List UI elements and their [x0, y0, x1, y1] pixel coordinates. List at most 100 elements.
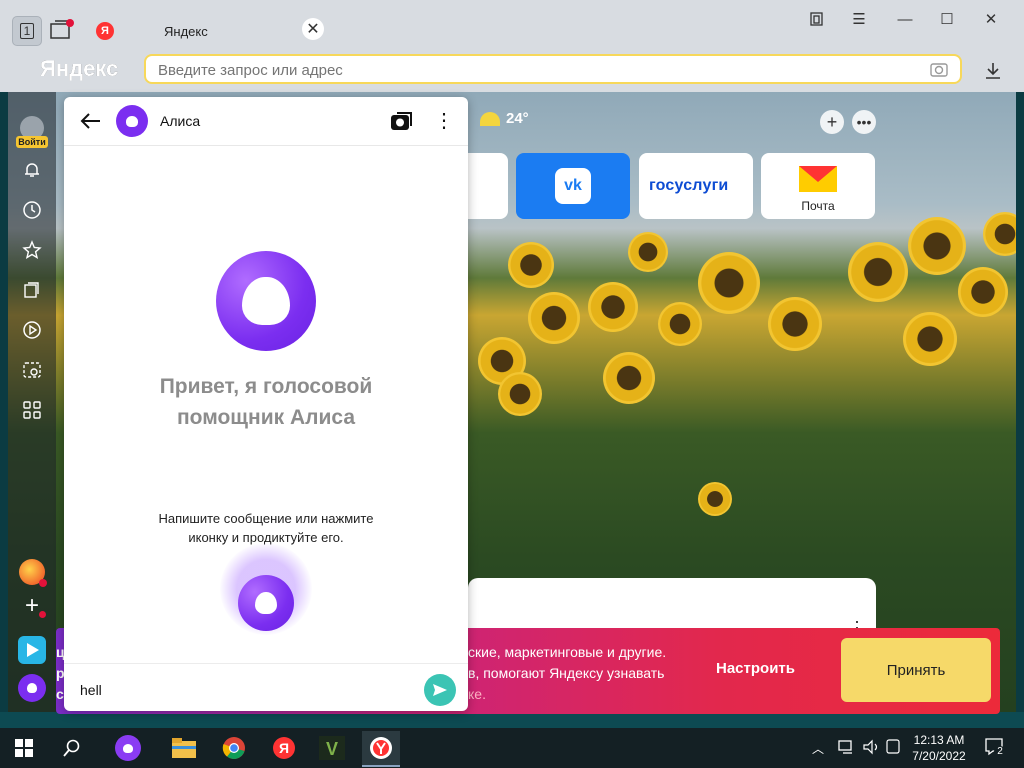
start-button[interactable]: [10, 734, 38, 762]
send-button[interactable]: [424, 674, 456, 706]
more-dots-icon: •••: [856, 114, 872, 130]
collections-icon: [24, 282, 39, 298]
download-icon: [986, 63, 1000, 79]
home-tab-button[interactable]: 1: [12, 16, 42, 46]
tile-vk[interactable]: vk: [516, 153, 630, 219]
tray-chevron-icon[interactable]: ︿: [812, 740, 824, 757]
downloads-button[interactable]: [982, 60, 1004, 82]
minimize-button[interactable]: —: [888, 8, 922, 30]
media-button[interactable]: [20, 318, 44, 342]
network-icon[interactable]: [838, 739, 856, 760]
more-options-button[interactable]: •••: [852, 110, 876, 134]
address-input[interactable]: [156, 59, 920, 81]
address-bar[interactable]: [144, 54, 962, 84]
taskbar-chrome[interactable]: [220, 734, 248, 762]
vk-logo-icon: vk: [555, 168, 591, 204]
add-icon: +: [24, 592, 39, 619]
login-button[interactable]: Войти: [16, 116, 48, 150]
yandex-services-button[interactable]: [18, 558, 47, 587]
mail-envelope-icon: [799, 166, 837, 192]
add-sidebar-button[interactable]: +: [20, 592, 46, 619]
camera-icon: [391, 112, 412, 130]
minimize-icon: —: [897, 10, 913, 28]
taskbar-gta[interactable]: V: [318, 734, 346, 762]
window-close-button[interactable]: ✕: [974, 8, 1008, 30]
weather-temp: 24°: [506, 110, 529, 127]
tile-partial[interactable]: [468, 153, 508, 219]
bookmarks-sidebar-button[interactable]: [20, 238, 44, 262]
cookie-text-line: ские, маркетинговые и другие.: [468, 644, 667, 660]
greeting-line: Привет, я голосовой: [159, 375, 373, 398]
bookmarks-button[interactable]: [800, 8, 834, 30]
alice-title: Алиса: [160, 113, 201, 129]
apps-grid-icon: [23, 401, 41, 419]
hint-line: Напишите сообщение или нажмите: [158, 511, 374, 526]
taskbar-explorer[interactable]: [170, 734, 198, 762]
new-tab-group-button[interactable]: [46, 16, 76, 46]
alice-button[interactable]: [18, 674, 46, 702]
greeting-line: помощник Алиса: [176, 406, 355, 429]
back-arrow-icon: [80, 113, 100, 129]
camera-search-button[interactable]: [389, 109, 415, 133]
add-widget-button[interactable]: +: [820, 110, 844, 134]
weather-widget[interactable]: 24°: [480, 110, 529, 127]
alice-icon: [115, 735, 141, 761]
tile-gosuslugi[interactable]: госуслуги: [639, 153, 753, 219]
svg-text:Я: Я: [279, 740, 289, 756]
taskbar-yandex-browser-alt[interactable]: Я: [270, 734, 298, 762]
tab-title: Яндекс: [164, 24, 208, 39]
taskbar-alice[interactable]: [114, 734, 142, 762]
gta-icon: V: [319, 736, 345, 760]
tile-mail[interactable]: Почта: [761, 153, 875, 219]
notifications-button[interactable]: [20, 158, 44, 182]
play-icon: [23, 321, 41, 339]
hamburger-icon: ☰: [852, 11, 866, 28]
chrome-icon: [222, 737, 245, 759]
plus-icon: +: [826, 111, 838, 132]
alice-panel: Алиса ⋮ Привет, я голосовой помощник Али…: [64, 97, 468, 711]
home-icon: 1: [19, 23, 35, 39]
volume-icon[interactable]: [862, 739, 880, 760]
alice-menu-button[interactable]: ⋮: [434, 109, 454, 133]
yandex-browser-icon: [370, 737, 392, 759]
windows-icon: [15, 739, 33, 757]
bookmark-icon: [810, 12, 823, 26]
yandex-play-button[interactable]: [18, 636, 46, 664]
maximize-button[interactable]: ☐: [930, 8, 964, 30]
collections-button[interactable]: [20, 278, 44, 302]
history-button[interactable]: [20, 198, 44, 222]
screenshot-icon: [23, 362, 41, 378]
star-icon: [22, 240, 42, 259]
taskbar-yandex-browser[interactable]: [362, 731, 400, 767]
tab-close-button[interactable]: ✕: [302, 18, 324, 40]
language-icon[interactable]: [886, 739, 900, 760]
cookie-text-line: в, помогают Яндексу узнавать: [468, 665, 665, 681]
alice-hint: Напишите сообщение или нажмите иконку и …: [124, 509, 408, 547]
accept-button[interactable]: Принять: [841, 638, 991, 702]
yandex-logo[interactable]: Яндекс: [40, 56, 118, 82]
windows-taskbar: Я V ︿ 12:13 AM 7/20/2022 2: [0, 728, 1024, 768]
cookie-link[interactable]: ке.: [468, 684, 728, 705]
tile-mail-label: Почта: [801, 199, 835, 213]
close-icon: ✕: [984, 11, 998, 28]
alice-input-bar: [64, 663, 468, 711]
folder-icon: [172, 738, 196, 758]
close-icon: ✕: [306, 21, 320, 38]
camera-search-icon[interactable]: [930, 61, 948, 77]
search-button[interactable]: [58, 734, 86, 762]
notification-center-button[interactable]: 2: [984, 736, 1006, 758]
configure-button[interactable]: Настроить: [716, 660, 795, 677]
screenshot-button[interactable]: [20, 358, 44, 382]
alice-header: Алиса ⋮: [64, 97, 468, 146]
message-input[interactable]: [78, 678, 412, 702]
gosuslugi-logo: госуслуги: [649, 177, 729, 194]
tab-yandex[interactable]: Я Яндекс: [86, 14, 330, 48]
apps-button[interactable]: [20, 398, 44, 422]
search-icon: [63, 739, 80, 757]
back-button[interactable]: [78, 109, 104, 133]
menu-button[interactable]: ☰: [842, 8, 876, 30]
alice-avatar: [116, 105, 148, 137]
voice-input-button[interactable]: [238, 575, 294, 631]
yandex-play-icon: [18, 636, 46, 664]
taskbar-clock[interactable]: 12:13 AM 7/20/2022: [904, 732, 974, 764]
